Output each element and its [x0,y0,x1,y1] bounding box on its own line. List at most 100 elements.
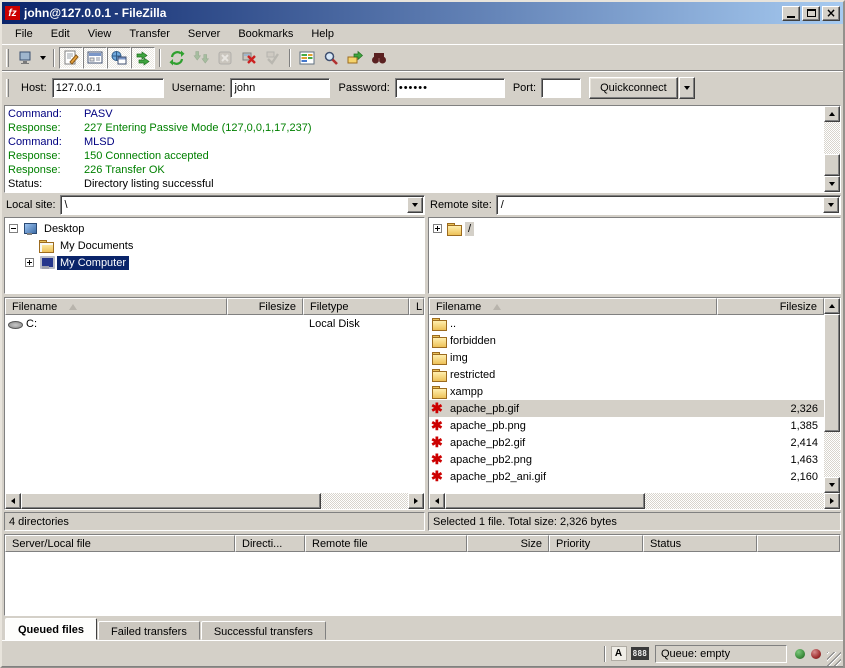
site-manager-dropdown[interactable] [37,47,49,69]
close-button[interactable]: × [822,6,840,21]
column-header-direction[interactable]: Directi... [235,535,305,552]
remote-file-row[interactable]: img [429,349,824,366]
menu-server[interactable]: Server [179,25,229,43]
process-queue-button[interactable] [189,47,213,69]
scroll-down-button[interactable] [824,176,840,192]
synchronized-browsing-button[interactable] [343,47,367,69]
resize-grip[interactable] [827,652,841,666]
menu-bar: File Edit View Transfer Server Bookmarks… [2,24,843,45]
menu-view[interactable]: View [79,25,121,43]
column-header-remote-file[interactable]: Remote file [305,535,467,552]
toolbar-separator [159,49,161,67]
tab-successful-transfers[interactable]: Successful transfers [201,621,326,640]
reconnect-button[interactable] [261,47,285,69]
expand-icon[interactable] [25,258,34,267]
site-manager-button[interactable] [13,47,37,69]
filter-button[interactable] [319,47,343,69]
speed-limits-icon[interactable]: 888 [631,647,649,660]
port-input[interactable] [541,78,581,98]
quickconnect-dropdown[interactable] [679,77,695,99]
minimize-button[interactable] [782,6,800,21]
remote-site-dropdown[interactable] [823,197,839,213]
scroll-up-button[interactable] [824,298,840,314]
port-label: Port: [513,82,536,94]
host-input[interactable] [52,78,164,98]
local-horizontal-scrollbar[interactable] [5,493,424,509]
menu-transfer[interactable]: Transfer [120,25,179,43]
refresh-icon [169,50,185,66]
menu-help[interactable]: Help [302,25,343,43]
directory-comparison-button[interactable] [295,47,319,69]
cancel-operation-button[interactable] [213,47,237,69]
collapse-icon[interactable] [9,224,18,233]
column-header-priority[interactable]: Priority [549,535,643,552]
toggle-transfer-queue-button[interactable] [131,47,155,69]
scroll-up-button[interactable] [824,106,840,122]
toggle-message-log-button[interactable] [59,47,83,69]
remote-file-row[interactable]: apache_pb2_ani.gif2,160 [429,468,824,485]
column-header-filesize[interactable]: Filesize [227,298,303,315]
column-header-filename[interactable]: Filename [5,298,227,315]
tree-item-my-documents[interactable]: My Documents [6,237,423,254]
column-header-server-local-file[interactable]: Server/Local file [5,535,235,552]
scroll-thumb[interactable] [21,493,321,509]
tree-item-my-computer[interactable]: My Computer [6,254,423,271]
toggle-local-tree-button[interactable] [83,47,107,69]
password-input[interactable] [395,78,505,98]
title-bar[interactable]: fz john@127.0.0.1 - FileZilla × [2,2,843,24]
local-file-row[interactable]: C: Local Disk [5,315,424,332]
remote-file-row[interactable]: apache_pb.png1,385 [429,417,824,434]
remote-file-row-selected[interactable]: apache_pb.gif2,326 [429,400,824,417]
scroll-right-button[interactable] [408,493,424,509]
remote-file-row[interactable]: .. [429,315,824,332]
toggle-remote-tree-button[interactable] [107,47,131,69]
username-input[interactable] [230,78,330,98]
quickconnect-button[interactable]: Quickconnect [589,77,678,99]
remote-site-combobox[interactable]: / [496,195,841,215]
find-files-button[interactable] [367,47,391,69]
remote-file-row[interactable]: apache_pb2.gif2,414 [429,434,824,451]
scroll-right-button[interactable] [824,493,840,509]
scroll-thumb[interactable] [824,314,840,432]
menu-file[interactable]: File [6,25,42,43]
tab-failed-transfers[interactable]: Failed transfers [98,621,200,640]
tree-item-root[interactable]: / [430,220,839,237]
remote-vertical-scrollbar[interactable] [824,298,840,493]
column-header-lastmodified[interactable]: L [409,298,424,315]
scroll-left-button[interactable] [429,493,445,509]
scroll-left-button[interactable] [5,493,21,509]
tree-item-desktop[interactable]: Desktop [6,220,423,237]
queue-body[interactable] [5,552,840,615]
log-vertical-scrollbar[interactable] [824,106,840,192]
scroll-thumb[interactable] [824,154,840,176]
column-header-filename[interactable]: Filename [429,298,717,315]
remote-file-row[interactable]: restricted [429,366,824,383]
scroll-down-button[interactable] [824,477,840,493]
local-site-combobox[interactable]: \ [60,195,425,215]
log-label: Response: [8,150,84,162]
menu-bookmarks[interactable]: Bookmarks [229,25,302,43]
column-header-filetype[interactable]: Filetype [303,298,409,315]
column-header-size[interactable]: Size [467,535,549,552]
remote-file-row[interactable]: forbidden [429,332,824,349]
tab-queued-files[interactable]: Queued files [5,618,97,640]
column-header-filesize[interactable]: Filesize [717,298,824,315]
remote-horizontal-scrollbar[interactable] [429,493,840,509]
local-list-body[interactable]: C: Local Disk [5,315,424,493]
disconnect-button[interactable] [237,47,261,69]
remote-file-row[interactable]: apache_pb2.png1,463 [429,451,824,468]
toolbar-separator [289,49,291,67]
activity-led-green [795,649,805,659]
remote-list-body[interactable]: .. forbidden img restricted xampp apache… [429,315,824,493]
file-name: xampp [450,386,483,398]
refresh-button[interactable] [165,47,189,69]
menu-edit[interactable]: Edit [42,25,79,43]
ascii-datatype-icon[interactable]: A [611,646,627,661]
expand-icon[interactable] [433,224,442,233]
quickconnect-gripper [6,79,9,97]
remote-file-row[interactable]: xampp [429,383,824,400]
local-site-dropdown[interactable] [407,197,423,213]
column-header-status[interactable]: Status [643,535,757,552]
maximize-button[interactable] [802,6,820,21]
scroll-thumb[interactable] [445,493,645,509]
